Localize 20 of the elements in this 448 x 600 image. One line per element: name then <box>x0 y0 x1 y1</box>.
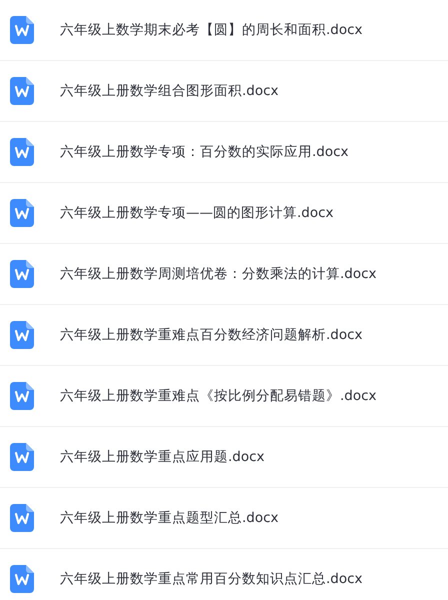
word-document-icon <box>10 77 34 105</box>
word-document-icon <box>10 199 34 227</box>
file-name[interactable]: 六年级上册数学周测培优卷：分数乘法的计算.docx <box>60 265 377 283</box>
word-document-icon <box>10 260 34 288</box>
file-name[interactable]: 六年级上册数学专项：百分数的实际应用.docx <box>60 143 349 161</box>
file-name[interactable]: 六年级上册数学专项——圆的图形计算.docx <box>60 204 334 222</box>
word-document-icon <box>10 504 34 532</box>
file-name[interactable]: 六年级上册数学重点常用百分数知识点汇总.docx <box>60 570 363 588</box>
file-name[interactable]: 六年级上册数学组合图形面积.docx <box>60 82 279 100</box>
word-document-icon <box>10 138 34 166</box>
file-name[interactable]: 六年级上册数学重点题型汇总.docx <box>60 509 279 527</box>
file-name[interactable]: 六年级上册数学重难点《按比例分配易错题》.docx <box>60 387 377 405</box>
file-name[interactable]: 六年级上册数学重点应用题.docx <box>60 448 265 466</box>
file-name[interactable]: 六年级上册数学重难点百分数经济问题解析.docx <box>60 326 363 344</box>
word-document-icon <box>10 565 34 593</box>
word-document-icon <box>10 443 34 471</box>
file-name[interactable]: 六年级上数学期末必考【圆】的周长和面积.docx <box>60 21 363 39</box>
word-document-icon <box>10 382 34 410</box>
word-document-icon <box>10 16 34 44</box>
word-document-icon <box>10 321 34 349</box>
